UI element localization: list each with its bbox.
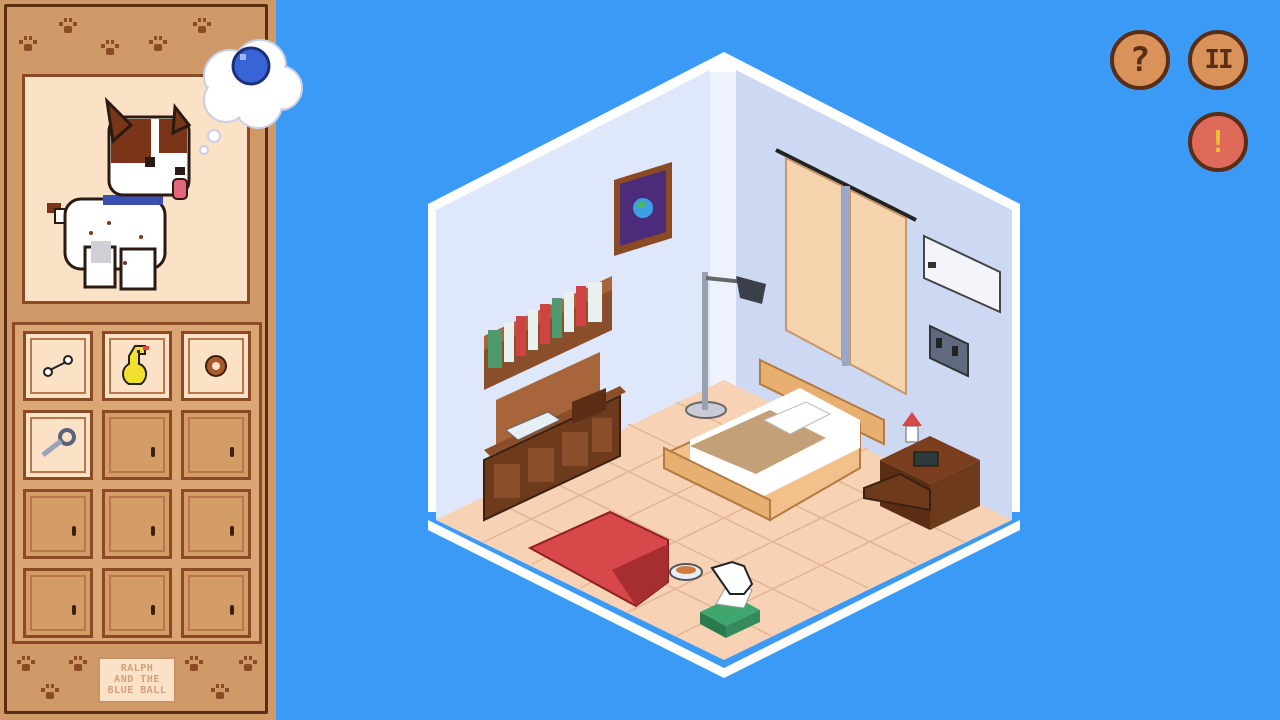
help-button[interactable]: ?: [1110, 30, 1170, 90]
pause-button[interactable]: II: [1188, 30, 1248, 90]
room-scene: [428, 52, 1020, 678]
dog-bowl-icon[interactable]: [669, 563, 703, 581]
hint-button-label: !: [1208, 124, 1228, 160]
pause-button-label: II: [1204, 45, 1233, 75]
hint-button[interactable]: !: [1188, 112, 1248, 172]
help-button-label: ?: [1129, 40, 1151, 80]
alarm-clock-icon[interactable]: [913, 451, 939, 467]
